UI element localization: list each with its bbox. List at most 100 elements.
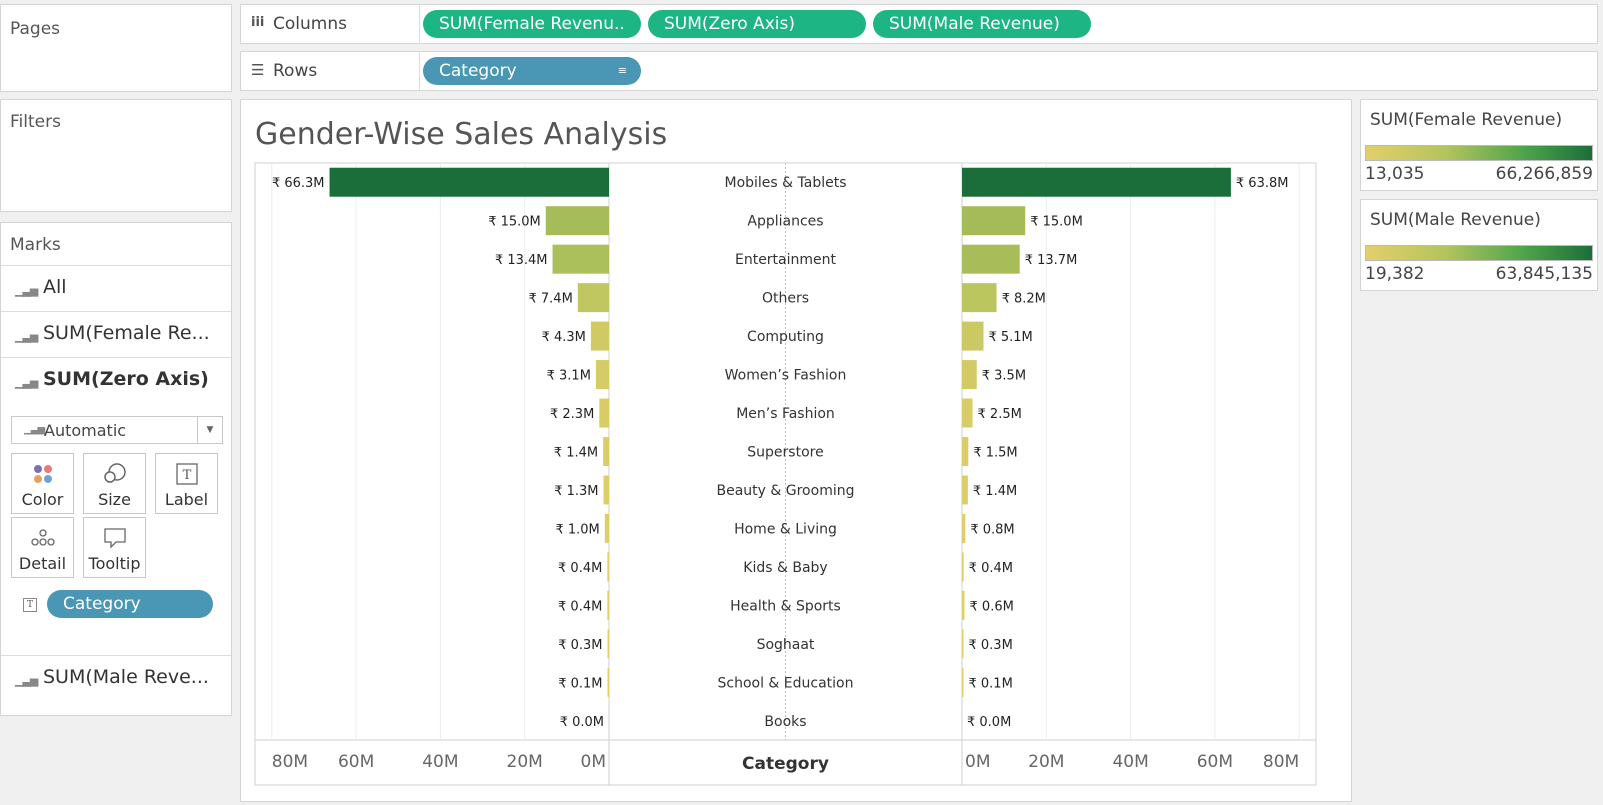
male-bar-label: ₹ 3.5M	[982, 369, 1026, 384]
female-bar-label: ₹ 13.4M	[495, 253, 548, 268]
columns-pill-zero-axis[interactable]: SUM(Zero Axis)	[648, 10, 866, 38]
male-bar	[962, 552, 964, 582]
marks-all-tab[interactable]: ▁▃▅ All	[1, 265, 231, 311]
male-bar	[962, 321, 984, 351]
category-label: Men’s Fashion	[736, 406, 835, 422]
rows-pill-category[interactable]: Category ≡	[423, 57, 641, 85]
female-legend-min: 13,035	[1365, 164, 1425, 184]
pages-title: Pages	[10, 19, 61, 39]
columns-shelf[interactable]: iii Columns SUM(Female Revenu.. SUM(Zero…	[240, 4, 1598, 44]
male-bar	[962, 667, 964, 697]
category-label: Women’s Fashion	[725, 368, 847, 384]
female-bar	[545, 206, 609, 236]
male-bar	[962, 360, 977, 390]
columns-icon: iii	[251, 15, 265, 30]
female-axis-tick: 0M	[581, 752, 606, 772]
detail-button-label: Detail	[18, 554, 67, 573]
marks-zero-label: SUM(Zero Axis)	[43, 368, 209, 390]
male-axis-tick: 80M	[1263, 752, 1299, 772]
female-bar-label: ₹ 7.4M	[529, 292, 573, 307]
female-bar-label: ₹ 0.0M	[560, 715, 604, 730]
category-label: Others	[762, 291, 809, 307]
size-icon	[84, 462, 145, 490]
bar-chart-icon: ▁▃▅	[15, 674, 38, 687]
color-dots-icon	[12, 462, 73, 490]
male-bar	[962, 244, 1020, 274]
size-button[interactable]: Size	[83, 453, 146, 514]
male-bar	[962, 283, 997, 313]
male-legend-gradient	[1365, 245, 1593, 261]
rows-shelf[interactable]: ☰ Rows Category ≡	[240, 51, 1598, 91]
female-bar-label: ₹ 0.4M	[558, 561, 602, 576]
marks-category-pill[interactable]: Category	[47, 590, 213, 618]
columns-pill-female[interactable]: SUM(Female Revenu..	[423, 10, 641, 38]
text-label-icon: T	[156, 462, 217, 490]
male-bar-label: ₹ 8.2M	[1002, 292, 1046, 307]
category-label: Entertainment	[735, 252, 837, 268]
columns-pill-male[interactable]: SUM(Male Revenue)	[873, 10, 1091, 38]
female-axis-tick: 20M	[507, 752, 543, 772]
male-revenue-legend: SUM(Male Revenue) 19,382 63,845,135	[1360, 199, 1598, 291]
female-bar-label: ₹ 0.4M	[558, 599, 602, 614]
marks-zero-tab[interactable]: ▁▃▅ SUM(Zero Axis)	[1, 357, 231, 403]
color-button[interactable]: Color	[11, 453, 74, 514]
male-bar	[962, 513, 966, 543]
male-bar-label: ₹ 13.7M	[1025, 253, 1078, 268]
detail-button[interactable]: Detail	[11, 517, 74, 578]
female-bar-label: ₹ 1.3M	[554, 484, 598, 499]
male-bar-label: ₹ 5.1M	[988, 330, 1032, 345]
marks-female-tab[interactable]: ▁▃▅ SUM(Female Re...	[1, 311, 231, 357]
chevron-down-icon[interactable]: ▼	[197, 417, 222, 443]
female-bar	[599, 398, 609, 428]
female-bar	[607, 590, 609, 620]
marks-male-tab[interactable]: ▁▃▅ SUM(Male Reve...	[1, 655, 231, 701]
male-bar	[962, 475, 968, 505]
female-bar	[603, 475, 609, 505]
male-bar	[962, 629, 964, 659]
male-axis-tick: 40M	[1112, 752, 1148, 772]
rows-icon: ☰	[251, 61, 265, 79]
female-bar-label: ₹ 66.3M	[272, 176, 325, 191]
mark-type-dropdown[interactable]: ▁▃▅ Automatic ▼	[11, 416, 223, 444]
sort-icon: ≡	[617, 64, 627, 77]
tooltip-button[interactable]: Tooltip	[83, 517, 146, 578]
female-bar	[607, 667, 609, 697]
female-bar-label: ₹ 15.0M	[488, 215, 541, 230]
male-bar-label: ₹ 0.4M	[969, 561, 1013, 576]
male-bar-label: ₹ 0.3M	[969, 638, 1013, 653]
male-bar	[962, 398, 973, 428]
female-bar	[590, 321, 609, 351]
female-bar-label: ₹ 2.3M	[550, 407, 594, 422]
category-label: Soghaat	[757, 637, 815, 653]
female-bar-label: ₹ 1.0M	[555, 522, 599, 537]
tooltip-button-label: Tooltip	[88, 554, 141, 573]
category-label: Beauty & Grooming	[717, 483, 855, 499]
male-legend-min: 19,382	[1365, 264, 1425, 284]
male-bar-label: ₹ 0.1M	[969, 676, 1013, 691]
male-legend-title: SUM(Male Revenue)	[1370, 210, 1541, 230]
female-revenue-legend: SUM(Female Revenue) 13,035 66,266,859	[1360, 99, 1598, 191]
female-bar	[604, 513, 609, 543]
female-bar	[329, 167, 609, 197]
chart-view: Gender-Wise Sales Analysis ₹ 66.3M ₹ 63.8…	[240, 99, 1352, 802]
marks-all-label: All	[43, 276, 67, 298]
female-legend-max: 66,266,859	[1495, 164, 1593, 184]
label-button-label: Label	[164, 490, 209, 509]
male-bar-label: ₹ 15.0M	[1030, 215, 1083, 230]
male-bar	[962, 206, 1026, 236]
label-button[interactable]: T Label	[155, 453, 218, 514]
shelf-divider	[419, 52, 420, 90]
male-bar-label: ₹ 2.5M	[978, 407, 1022, 422]
male-bar-label: ₹ 0.0M	[967, 715, 1011, 730]
color-button-label: Color	[21, 490, 64, 509]
rows-label: Rows	[273, 61, 318, 81]
marks-card: Marks ▁▃▅ All ▁▃▅ SUM(Female Re... ▁▃▅ S…	[0, 222, 232, 716]
category-label: Home & Living	[734, 521, 837, 537]
female-bar-label: ₹ 0.1M	[558, 676, 602, 691]
female-bar	[595, 360, 609, 390]
female-bar-label: ₹ 0.3M	[558, 638, 602, 653]
female-bar	[552, 244, 609, 274]
male-legend-max: 63,845,135	[1495, 264, 1593, 284]
center-axis-header: Category	[742, 754, 829, 774]
female-axis-tick: 40M	[422, 752, 458, 772]
